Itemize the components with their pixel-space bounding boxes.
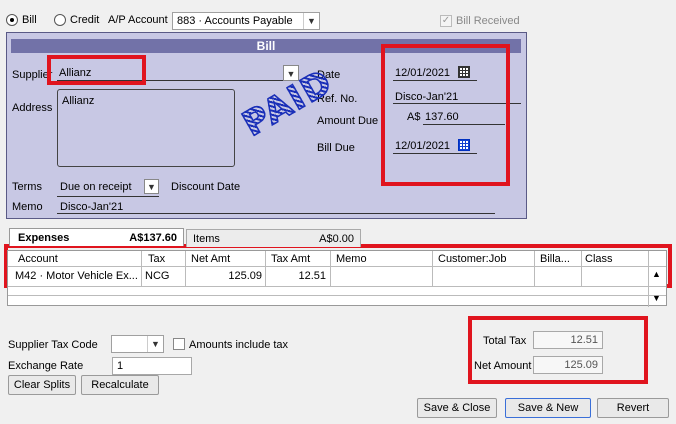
supplier-tax-code-select[interactable]: ▼: [111, 335, 164, 353]
grid-col-line: [141, 251, 142, 287]
grid-row-line: [8, 295, 666, 296]
tab-items-label: Items: [193, 233, 220, 245]
row-tax[interactable]: NCG: [145, 270, 169, 282]
net-amount-label: Net Amount: [474, 360, 532, 372]
amounts-include-tax-label: Amounts include tax: [189, 339, 289, 351]
bill-radio-label: Bill: [22, 14, 37, 26]
row-net-amt[interactable]: 125.09: [188, 270, 262, 282]
grid-scrollbar-line: [648, 251, 649, 307]
col-tax[interactable]: Tax: [148, 253, 165, 267]
col-tax-amt[interactable]: Tax Amt: [271, 253, 310, 267]
chevron-down-icon[interactable]: ▼: [303, 13, 319, 29]
highlight-supplier: [47, 55, 146, 85]
ap-account-label: A/P Account: [108, 14, 168, 26]
ap-account-value: 883 · Accounts Payable: [177, 15, 293, 27]
col-customer-job[interactable]: Customer:Job: [438, 253, 506, 267]
grid-col-line: [581, 251, 582, 287]
tab-expenses-amount: A$137.60: [129, 232, 177, 244]
col-class[interactable]: Class: [585, 253, 613, 267]
col-account[interactable]: Account: [18, 253, 58, 267]
total-tax-label: Total Tax: [483, 335, 527, 347]
scroll-down-icon[interactable]: ▼: [652, 293, 661, 303]
grid-col-line: [185, 251, 186, 287]
address-value: Allianz: [62, 95, 95, 107]
total-tax-field: 12.51: [533, 331, 603, 349]
row-tax-amt[interactable]: 12.51: [268, 270, 326, 282]
row-account[interactable]: M42 · Motor Vehicle Ex...: [15, 270, 138, 282]
supplier-tax-code-label: Supplier Tax Code: [8, 339, 98, 351]
recalculate-button[interactable]: Recalculate: [81, 375, 159, 395]
bill-received-checkbox[interactable]: ✓: [440, 15, 452, 27]
tab-items-amount: A$0.00: [319, 233, 354, 245]
total-tax-value: 12.51: [570, 334, 598, 346]
discount-date-label: Discount Date: [171, 181, 241, 193]
chevron-down-icon[interactable]: ▼: [144, 179, 159, 194]
grid-col-line: [330, 251, 331, 287]
exchange-rate-input[interactable]: 1: [112, 357, 192, 375]
credit-radio[interactable]: [54, 14, 66, 26]
exchange-rate-label: Exchange Rate: [8, 360, 84, 372]
grid-col-line: [432, 251, 433, 287]
revert-button[interactable]: Revert: [597, 398, 669, 418]
grid-col-line: [534, 251, 535, 287]
exchange-rate-value: 1: [117, 360, 124, 372]
address-box[interactable]: Allianz: [57, 89, 235, 167]
net-amount-value: 125.09: [564, 359, 598, 371]
chevron-down-icon[interactable]: ▼: [147, 336, 163, 352]
grid-row-line: [8, 286, 666, 287]
bill-radio[interactable]: [6, 14, 18, 26]
expense-grid: Account Tax Net Amt Tax Amt Memo Custome…: [7, 250, 667, 307]
terms-value: Due on receipt: [60, 181, 132, 193]
scroll-up-icon[interactable]: ▲: [652, 269, 661, 279]
save-close-button[interactable]: Save & Close: [417, 398, 497, 418]
memo-label: Memo: [12, 201, 43, 213]
tab-expenses-label: Expenses: [18, 232, 70, 244]
save-new-button[interactable]: Save & New: [505, 398, 591, 418]
tab-items[interactable]: Items A$0.00: [186, 229, 361, 247]
terms-label: Terms: [12, 181, 42, 193]
col-net-amt[interactable]: Net Amt: [191, 253, 230, 267]
credit-radio-label: Credit: [70, 14, 100, 26]
highlight-dates: [381, 44, 510, 186]
memo-underline: [57, 213, 495, 214]
amounts-include-tax-checkbox[interactable]: [173, 338, 185, 350]
clear-splits-button[interactable]: Clear Splits: [8, 375, 76, 395]
tab-expenses[interactable]: Expenses A$137.60: [9, 228, 184, 246]
col-memo[interactable]: Memo: [336, 253, 367, 267]
col-billable[interactable]: Billa...: [540, 253, 570, 267]
bill-received-label: Bill Received: [456, 15, 520, 27]
net-amount-field: 125.09: [533, 356, 603, 374]
memo-field[interactable]: Disco-Jan'21: [60, 201, 123, 213]
bill-due-label: Bill Due: [317, 142, 355, 154]
address-label: Address: [12, 102, 53, 114]
amount-due-label: Amount Due: [317, 115, 379, 127]
ap-account-select[interactable]: 883 · Accounts Payable ▼: [172, 12, 320, 30]
grid-col-line: [265, 251, 266, 287]
terms-select[interactable]: Due on receipt ▼: [57, 179, 159, 197]
